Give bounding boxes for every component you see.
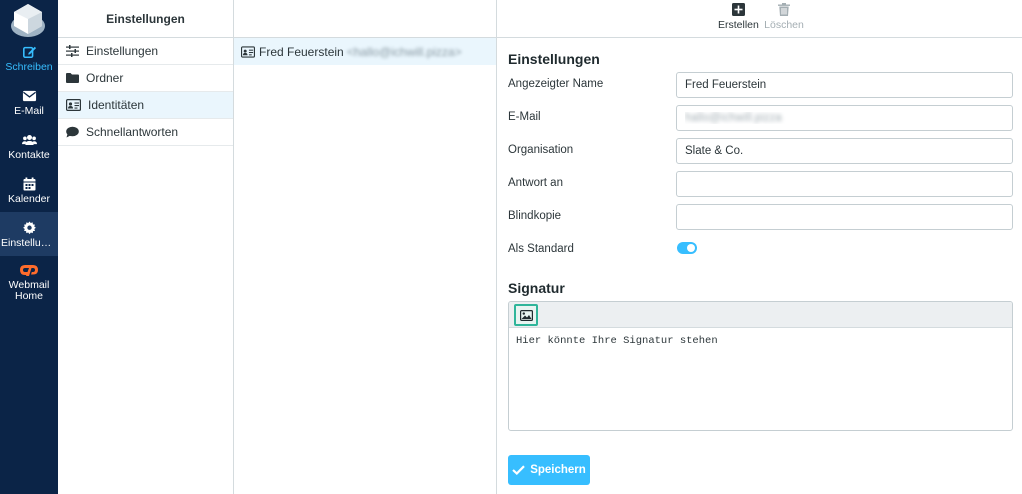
users-icon: [21, 135, 37, 145]
settings-menu-label: Identitäten: [88, 98, 145, 112]
identity-editor-panel: Erstellen Löschen Einstellungen Angezeig…: [497, 0, 1022, 494]
bcc-label: Blindkopie: [508, 210, 562, 222]
settings-menu-panel: Einstellungen Einstellungen Ordner Ident…: [58, 0, 234, 494]
identity-toolbar: Erstellen Löschen: [497, 0, 1022, 38]
email-input[interactable]: [676, 105, 1013, 131]
compose-icon: [22, 46, 36, 59]
create-label: Erstellen: [718, 19, 759, 31]
envelope-icon: [22, 90, 36, 102]
insert-image-button[interactable]: [514, 304, 538, 326]
settings-menu-label: Schnellantworten: [86, 125, 179, 139]
signature-section-title: Signatur: [508, 280, 565, 296]
id-card-icon: [66, 99, 81, 111]
signature-text[interactable]: Hier könnte Ihre Signatur stehen: [509, 328, 1012, 354]
cpanel-icon: [20, 265, 38, 276]
delete-label: Löschen: [764, 19, 804, 31]
settings-menu-label: Einstellungen: [86, 44, 159, 58]
plus-square-icon: [731, 3, 745, 16]
identity-name: Fred Feuerstein: [259, 44, 344, 59]
identity-email: <hallo@ichwill.pizza>: [346, 44, 462, 59]
calendar-icon: [23, 177, 35, 191]
display-name-input[interactable]: [676, 72, 1013, 98]
delete-button[interactable]: Löschen: [764, 3, 804, 31]
trash-icon: [778, 3, 790, 16]
default-toggle[interactable]: [677, 242, 697, 254]
nav-calendar[interactable]: Kalender: [0, 177, 58, 205]
identity-section-title: Einstellungen: [508, 51, 600, 67]
signature-editor[interactable]: Hier könnte Ihre Signatur stehen: [508, 301, 1013, 431]
settings-menu-item-identities[interactable]: Identitäten: [58, 92, 233, 119]
main-navigation: Schreiben E-Mail Kontakte Kalender Einst…: [0, 0, 58, 494]
signature-toolbar: [509, 302, 1012, 328]
settings-menu-item-responses[interactable]: Schnellantworten: [58, 119, 233, 146]
display-name-label: Angezeigter Name: [508, 78, 604, 90]
save-label: Speichern: [530, 464, 586, 476]
nav-label: Kontakte: [8, 150, 50, 161]
nav-contacts[interactable]: Kontakte: [0, 133, 58, 161]
nav-webmail-home[interactable]: Webmail Home: [0, 263, 58, 302]
settings-menu-item-folders[interactable]: Ordner: [58, 65, 233, 92]
organization-label: Organisation: [508, 144, 574, 156]
nav-label: Einstellungen: [1, 238, 58, 249]
reply-to-input[interactable]: [676, 171, 1013, 197]
nav-compose[interactable]: Schreiben: [0, 45, 58, 73]
save-button[interactable]: Speichern: [508, 455, 590, 485]
default-label: Als Standard: [508, 243, 574, 255]
bcc-input[interactable]: [676, 204, 1013, 230]
identity-row[interactable]: Fred Feuerstein <hallo@ichwill.pizza>: [234, 38, 496, 65]
nav-label: E-Mail: [14, 106, 44, 117]
settings-menu-label: Ordner: [86, 71, 124, 85]
create-button[interactable]: Erstellen: [718, 3, 759, 31]
reply-to-label: Antwort an: [508, 177, 563, 189]
roundcube-logo[interactable]: [9, 2, 47, 38]
settings-menu-item-preferences[interactable]: Einstellungen: [58, 38, 233, 65]
gear-icon: [22, 221, 36, 235]
checkmark-icon: [512, 465, 525, 475]
id-card-icon: [241, 45, 255, 58]
nav-label: Kalender: [7, 194, 51, 205]
organization-input[interactable]: [676, 138, 1013, 164]
identities-list-panel: Fred Feuerstein <hallo@ichwill.pizza>: [234, 0, 497, 494]
email-label: E-Mail: [508, 111, 541, 123]
speech-bubble-icon: [66, 126, 79, 138]
nav-label: Webmail Home: [8, 280, 50, 302]
folder-icon: [66, 73, 79, 83]
settings-menu-header: Einstellungen: [58, 0, 233, 38]
nav-mail[interactable]: E-Mail: [0, 89, 58, 117]
nav-settings[interactable]: Einstellungen: [0, 212, 58, 256]
sliders-icon: [66, 45, 79, 57]
image-icon: [519, 309, 533, 321]
nav-label: Schreiben: [5, 62, 53, 73]
identities-list-header: [234, 0, 496, 38]
